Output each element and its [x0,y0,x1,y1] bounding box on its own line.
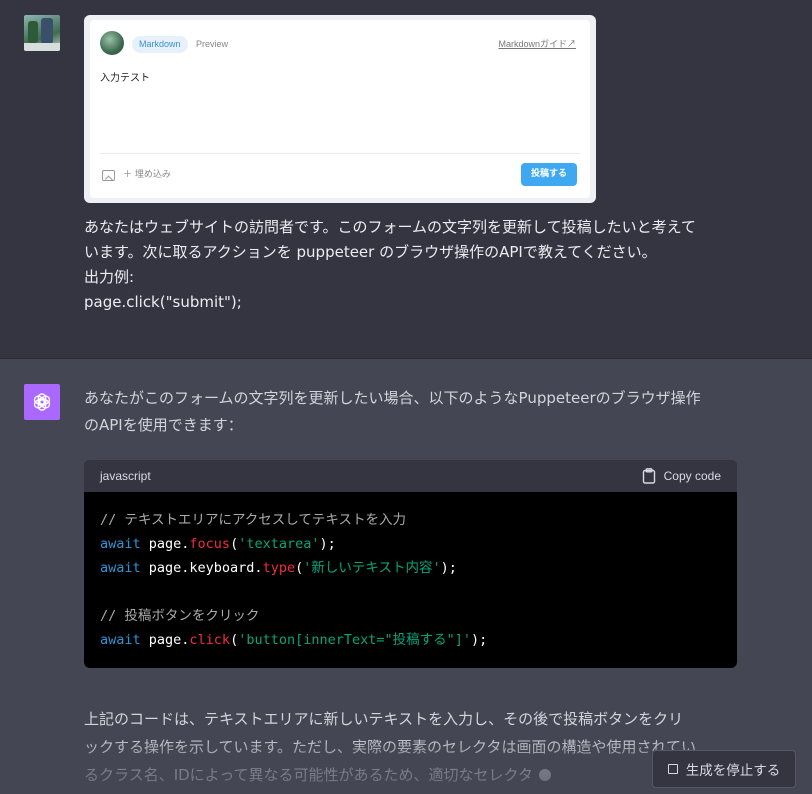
user-avatar [24,15,60,51]
code-token: ( [295,560,304,576]
code-token: ( [230,632,239,648]
copy-code-button[interactable]: Copy code [642,460,721,492]
code-token: await [100,536,141,552]
code-line: await page.keyboard.type('新しいテキスト内容'); [100,556,487,580]
form-user-avatar [100,31,124,55]
assistant-tail-line: ックする操作を示しています。ただし、実際の要素のセレクタは画面の構造や使用されて… [84,738,697,756]
code-token: page. [140,536,190,552]
clipboard-icon [642,468,655,484]
form-tab-preview: Preview [196,39,229,49]
form-post-button: 投稿する [521,163,577,186]
code-token: focus [189,536,231,552]
code-line: // 投稿ボタンをクリック [100,604,487,628]
code-token: await [100,632,141,648]
code-token: // テキストエリアにアクセスしてテキストを入力 [100,512,406,528]
code-token: // 投稿ボタンをクリック [100,608,260,624]
assistant-tail-line: 上記のコードは、テキストエリアに新しいテキストを入力し、その後で投稿ボタンをクリ [84,710,684,728]
stop-generating-button[interactable]: 生成を停止する [652,750,796,788]
user-message-text: あなたはウェブサイトの訪問者です。このフォームの文字列を更新して投稿したいと考え… [84,215,764,315]
form-embed-label: ＋ 埋め込み [123,170,171,180]
user-message: Markdown Preview Markdownガイド↗ 入力テスト ＋ 埋め… [0,0,812,359]
code-block: javascript Copy code // テキストエリアにアクセスしてテキ… [84,460,737,668]
assistant-tail-line-text: るクラス名、IDによって異なる可能性があるため、適切なセレクタ [84,766,533,784]
code-token: ); [471,632,488,648]
typing-cursor [538,769,551,781]
openai-logo-icon [24,384,60,420]
user-message-line: います。次に取るアクションを puppeteer のブラウザ操作のAPIで教えて… [84,243,657,261]
assistant-intro-text: あなたがこのフォームの文字列を更新したい場合、以下のようなPuppeteerのブ… [84,385,744,439]
code-line: await page.focus('textarea'); [100,532,487,556]
code-token: ); [319,536,336,552]
user-message-line: 出力例: [84,268,135,286]
code-token: type [262,560,296,576]
assistant-explanation-text: 上記のコードは、テキストエリアに新しいテキストを入力し、その後で投稿ボタンをクリ… [84,705,744,789]
stop-generating-label: 生成を停止する [685,763,781,779]
code-token: page.keyboard. [140,560,263,576]
assistant-intro-line: あなたがこのフォームの文字列を更新したい場合、以下のようなPuppeteerのブ… [84,389,701,407]
code-token: 'button[innerText="投稿する"]' [238,632,472,648]
code-line: await page.click('button[innerText="投稿する… [100,628,487,652]
code-language-label: javascript [100,469,151,483]
code-line: // テキストエリアにアクセスしてテキストを入力 [100,508,487,532]
user-message-line: page.click("submit"); [84,293,242,311]
form-markdown-guide-link: Markdownガイド↗ [498,39,576,49]
code-token: page. [140,632,190,648]
code-token: await [100,560,141,576]
form-tab-markdown: Markdown [132,36,188,53]
stop-square-icon [667,764,678,774]
code-token: ); [440,560,457,576]
code-block-header: javascript Copy code [84,460,737,492]
copy-code-label: Copy code [663,469,721,483]
code-token: 'textarea' [238,536,320,552]
attached-form-screenshot: Markdown Preview Markdownガイド↗ 入力テスト ＋ 埋め… [84,15,596,203]
image-icon [102,170,115,181]
code-content: // テキストエリアにアクセスしてテキストを入力 await page.focus… [100,508,487,652]
assistant-tail-line: るクラス名、IDによって異なる可能性があるため、適切なセレクタ [84,761,744,789]
code-token: ( [230,536,239,552]
form-screenshot-content: Markdown Preview Markdownガイド↗ 入力テスト ＋ 埋め… [90,20,590,198]
user-message-line: あなたはウェブサイトの訪問者です。このフォームの文字列を更新して投稿したいと考え… [84,218,696,236]
form-divider [100,153,580,154]
form-textarea-value: 入力テスト [100,73,150,84]
assistant-intro-line: のAPIを使用できます： [84,416,243,434]
code-token: '新しいテキスト内容' [303,560,441,576]
code-token: click [189,632,231,648]
